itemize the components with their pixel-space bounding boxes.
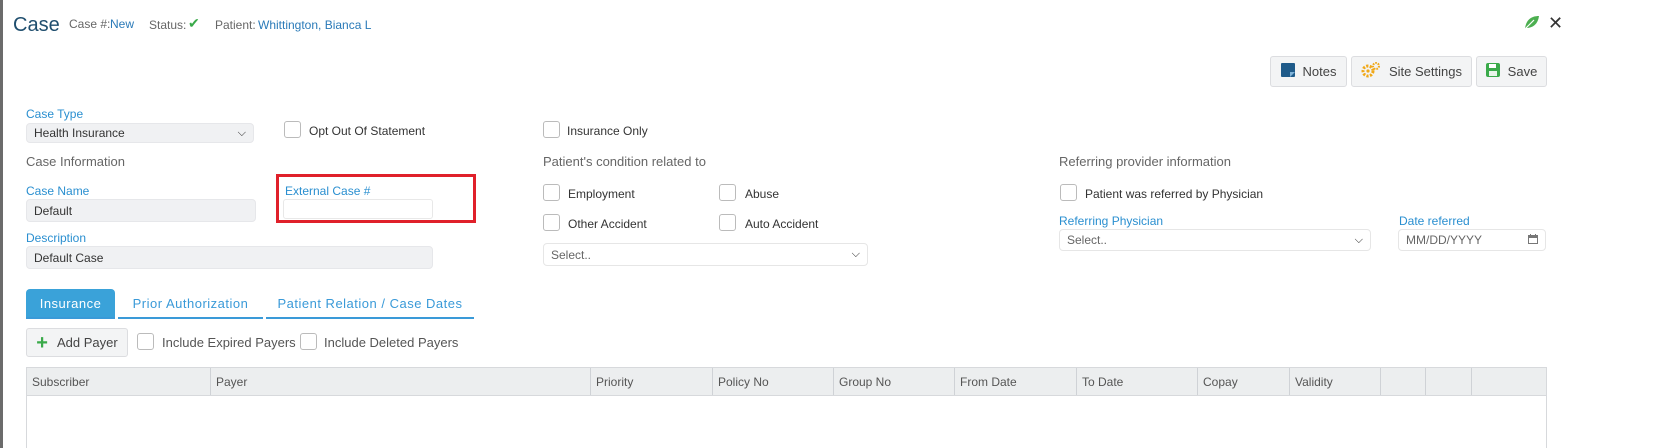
referring-physician-label: Referring Physician: [1059, 214, 1164, 228]
referring-physician-select[interactable]: Select.. ⌵: [1059, 229, 1371, 251]
date-referred-input[interactable]: MM/DD/YYYY: [1398, 229, 1546, 251]
column-subscriber[interactable]: Subscriber: [27, 368, 210, 395]
patient-label: Patient:: [215, 18, 256, 32]
chevron-down-icon: ⌵: [851, 248, 860, 260]
gears-icon: [1361, 62, 1381, 81]
add-payer-button[interactable]: + Add Payer: [26, 328, 128, 357]
site-settings-button[interactable]: Site Settings: [1351, 56, 1472, 87]
column-payer[interactable]: Payer: [210, 368, 590, 395]
notes-icon: [1280, 63, 1295, 80]
accident-state-select[interactable]: Select.. ⌵: [543, 243, 868, 266]
column-to-date[interactable]: To Date: [1076, 368, 1197, 395]
tab-patient-relation[interactable]: Patient Relation / Case Dates: [266, 289, 474, 319]
add-payer-label: Add Payer: [56, 335, 118, 350]
save-button[interactable]: Save: [1476, 56, 1547, 87]
payer-grid-header: Subscriber Payer Priority Policy No Grou…: [26, 367, 1547, 396]
leaf-icon[interactable]: [1523, 14, 1540, 36]
case-number-value: New: [110, 17, 135, 31]
notes-button[interactable]: Notes: [1270, 56, 1347, 87]
column-priority[interactable]: Priority: [590, 368, 712, 395]
employment-checkbox[interactable]: [543, 184, 560, 201]
notes-label: Notes: [1302, 64, 1337, 79]
insurance-only-checkbox[interactable]: [543, 121, 560, 138]
include-expired-label: Include Expired Payers: [162, 335, 296, 350]
referred-label: Patient was referred by Physician: [1085, 187, 1264, 201]
column-policy-no[interactable]: Policy No: [712, 368, 833, 395]
status-label: Status:: [149, 18, 187, 32]
case-type-label: Case Type: [26, 107, 84, 121]
employment-label: Employment: [568, 187, 635, 201]
column-validity[interactable]: Validity: [1289, 368, 1380, 395]
case-information-heading: Case Information: [26, 154, 125, 169]
include-deleted-label: Include Deleted Payers: [324, 335, 459, 350]
case-type-select[interactable]: Health Insurance ⌵: [26, 123, 254, 143]
case-number-label: Case #:: [69, 17, 111, 31]
other-accident-checkbox[interactable]: [543, 214, 560, 231]
opt-out-label: Opt Out Of Statement: [309, 124, 426, 138]
description-input[interactable]: Default Case: [26, 246, 433, 269]
calendar-icon: [1528, 233, 1538, 247]
auto-accident-label: Auto Accident: [745, 217, 819, 231]
external-case-input[interactable]: [283, 199, 433, 219]
chevron-down-icon: ⌵: [237, 126, 246, 139]
referred-checkbox[interactable]: [1060, 184, 1077, 201]
column-action-1: [1380, 368, 1425, 395]
include-expired-checkbox[interactable]: [137, 333, 154, 350]
date-referred-label: Date referred: [1399, 214, 1470, 228]
case-name-label: Case Name: [26, 184, 90, 198]
plus-icon: +: [36, 331, 48, 354]
abuse-checkbox[interactable]: [719, 184, 736, 201]
payer-grid-body: [26, 396, 1547, 448]
insurance-only-label: Insurance Only: [567, 124, 648, 138]
patient-name-link[interactable]: Whittington, Bianca L: [258, 18, 371, 32]
status-check-icon: ✔: [188, 15, 200, 31]
external-case-label: External Case #: [285, 184, 371, 198]
case-type-value: Health Insurance: [34, 126, 125, 140]
save-label: Save: [1507, 64, 1538, 79]
site-settings-label: Site Settings: [1389, 64, 1462, 79]
referring-heading: Referring provider information: [1059, 154, 1231, 169]
date-referred-placeholder: MM/DD/YYYY: [1406, 233, 1483, 247]
abuse-label: Abuse: [745, 187, 780, 201]
tab-insurance[interactable]: Insurance: [26, 289, 115, 319]
description-label: Description: [26, 231, 87, 245]
case-name-input[interactable]: Default: [26, 199, 256, 222]
column-action-3: [1471, 368, 1546, 395]
include-deleted-checkbox[interactable]: [300, 333, 317, 350]
condition-heading: Patient's condition related to: [543, 154, 706, 169]
tab-prior-authorization[interactable]: Prior Authorization: [118, 289, 263, 319]
auto-accident-checkbox[interactable]: [719, 214, 736, 231]
page-title: Case: [13, 14, 60, 36]
save-icon: [1485, 63, 1500, 80]
accident-state-placeholder: Select..: [551, 247, 592, 262]
other-accident-label: Other Accident: [568, 217, 647, 231]
chevron-down-icon: ⌵: [1354, 233, 1363, 246]
column-copay[interactable]: Copay: [1197, 368, 1289, 395]
column-group-no[interactable]: Group No: [833, 368, 954, 395]
opt-out-checkbox[interactable]: [284, 121, 301, 138]
referring-physician-placeholder: Select..: [1067, 233, 1108, 247]
column-action-2: [1425, 368, 1471, 395]
window-left-edge: [0, 0, 3, 448]
close-icon[interactable]: ✕: [1548, 14, 1563, 32]
column-from-date[interactable]: From Date: [954, 368, 1076, 395]
